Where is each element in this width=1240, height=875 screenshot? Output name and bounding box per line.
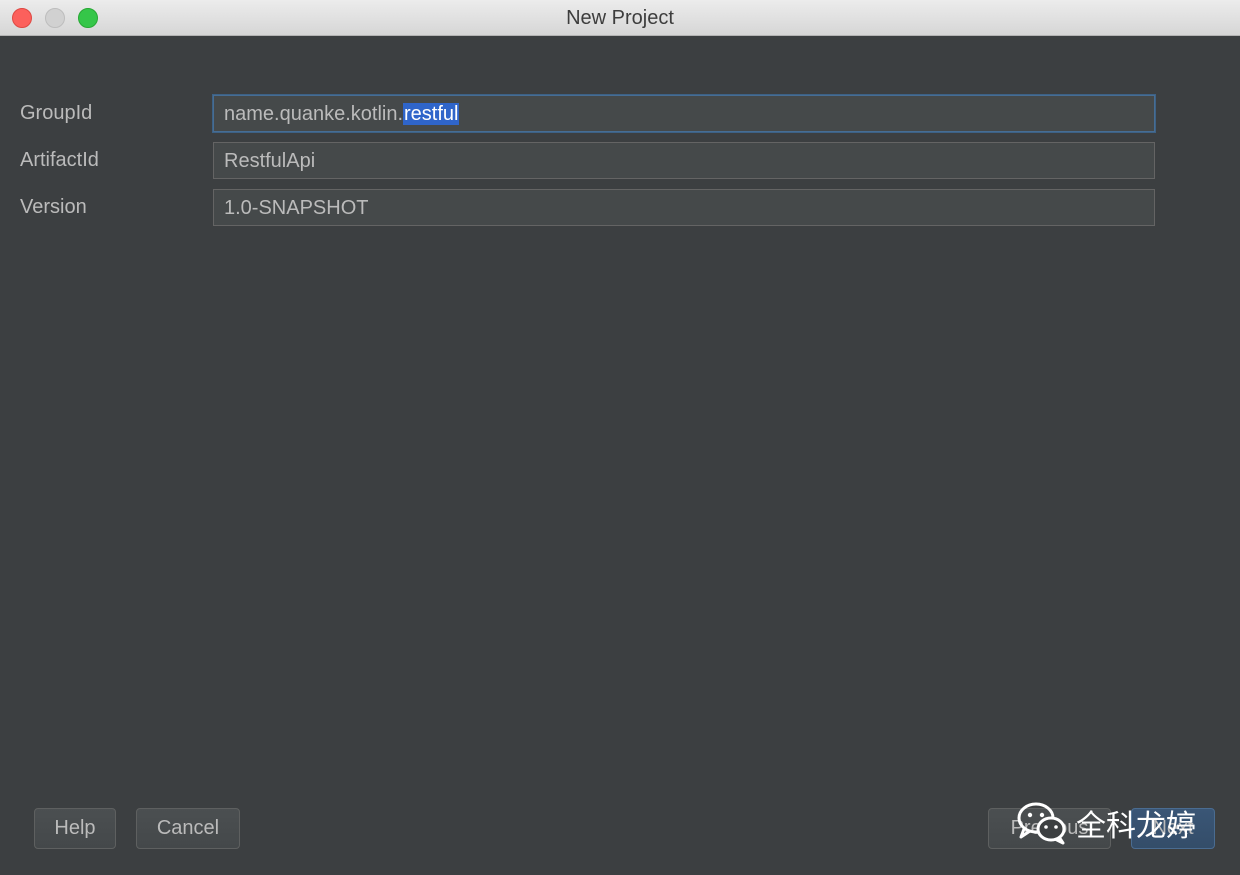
groupid-label: GroupId — [20, 102, 93, 124]
version-label: Version — [20, 196, 87, 218]
window-title: New Project — [566, 7, 674, 29]
new-project-window: New Project GroupId name.quanke.kotlin.r… — [0, 0, 1240, 875]
wechat-icon — [1017, 802, 1066, 845]
watermark: 全科龙婷 — [1016, 800, 1196, 846]
title-bar: New Project — [0, 0, 1240, 36]
groupid-value-prefix: name.quanke.kotlin. — [224, 103, 404, 125]
groupid-value-selection: restful — [403, 103, 460, 125]
cancel-button[interactable]: Cancel — [136, 808, 240, 849]
artifactid-field[interactable]: RestfulApi — [213, 142, 1155, 179]
help-button[interactable]: Help — [34, 808, 116, 849]
version-field[interactable]: 1.0-SNAPSHOT — [213, 189, 1155, 226]
watermark-text: 全科龙婷 — [1076, 809, 1196, 844]
artifactid-label: ArtifactId — [20, 149, 99, 171]
groupid-field[interactable]: name.quanke.kotlin.restful — [213, 95, 1155, 132]
